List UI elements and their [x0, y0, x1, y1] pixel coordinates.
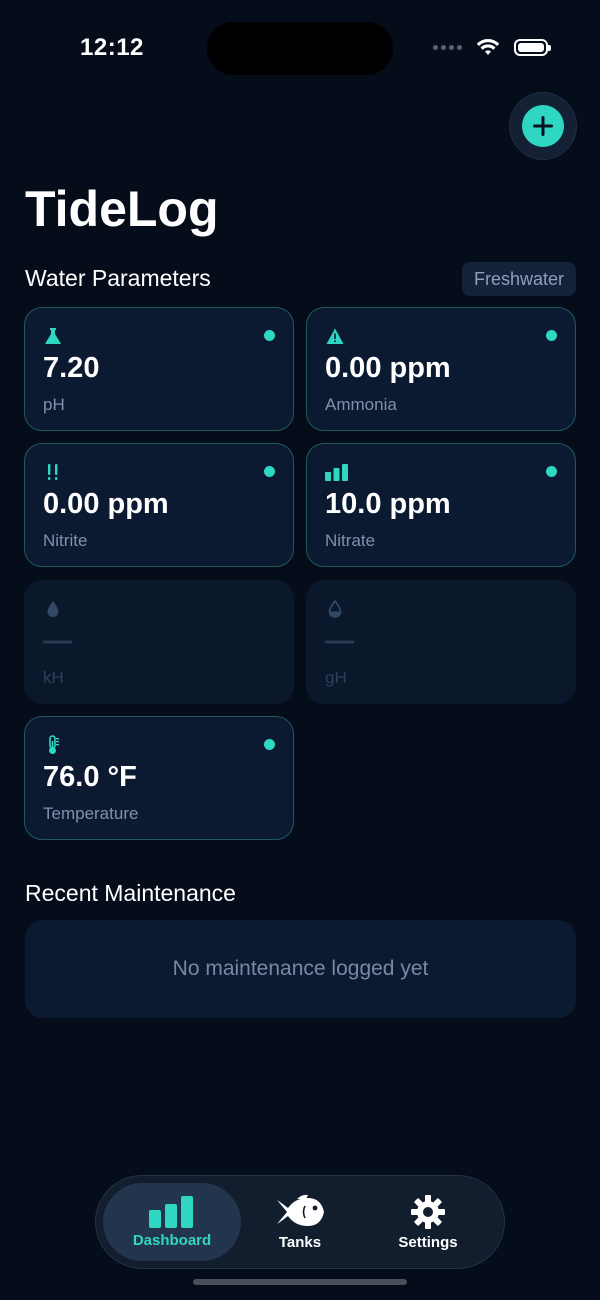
fish-icon	[277, 1194, 324, 1226]
param-value: —	[325, 625, 354, 657]
tab-bar: Dashboard Tanks Settings	[96, 1176, 504, 1268]
param-value: 0.00 ppm	[325, 352, 451, 384]
param-label: Nitrate	[325, 531, 376, 550]
param-value: 10.0 ppm	[325, 488, 451, 520]
status-dot	[546, 466, 557, 477]
param-label: Ammonia	[325, 395, 397, 414]
tab-label: Settings	[398, 1233, 458, 1251]
param-label: Temperature	[43, 804, 139, 823]
status-dot	[264, 330, 275, 341]
param-value: 0.00 ppm	[43, 488, 169, 520]
warning-icon	[325, 326, 345, 346]
flask-icon	[43, 326, 63, 346]
drop-icon	[43, 599, 63, 619]
param-label: kH	[43, 668, 64, 687]
param-value: —	[43, 625, 72, 657]
gear-icon	[411, 1194, 445, 1229]
dashboard-screen: 12:12 TideLog Water Parameters Freshwate…	[0, 0, 600, 1300]
param-label: pH	[43, 395, 65, 414]
param-card-nitrite[interactable]: 0.00 ppm Nitrite	[24, 443, 294, 567]
param-card-ammonia[interactable]: 0.00 ppm Ammonia	[306, 307, 576, 431]
water-parameters-title: Water Parameters	[25, 265, 211, 291]
water-type-badge[interactable]: Freshwater	[461, 262, 576, 296]
empty-state-text: No maintenance logged yet	[172, 957, 429, 980]
plus-icon	[533, 116, 553, 136]
param-label: Nitrite	[43, 531, 88, 550]
status-icons	[433, 38, 551, 56]
battery-icon	[514, 38, 551, 56]
tab-dashboard[interactable]: Dashboard	[103, 1183, 241, 1261]
status-dot	[264, 739, 275, 750]
param-card-nitrate[interactable]: 10.0 ppm Nitrate	[306, 443, 576, 567]
param-card-ph[interactable]: 7.20 pH	[24, 307, 294, 431]
exclamation-icon	[43, 462, 63, 482]
chart-icon	[149, 1195, 193, 1228]
drop-half-icon	[325, 599, 345, 619]
tab-label: Tanks	[278, 1233, 322, 1251]
param-value: 7.20	[43, 352, 100, 384]
status-time: 12:12	[80, 34, 144, 61]
dynamic-island	[207, 22, 393, 75]
wifi-icon	[476, 39, 500, 55]
param-card-kh[interactable]: — kH	[24, 580, 294, 704]
home-indicator[interactable]	[193, 1279, 407, 1285]
recent-maintenance-title: Recent Maintenance	[25, 880, 236, 906]
tab-label: Dashboard	[132, 1231, 212, 1249]
param-value: 76.0 °F	[43, 761, 137, 793]
param-card-gh[interactable]: — gH	[306, 580, 576, 704]
thermometer-icon	[43, 735, 63, 755]
status-dot	[264, 466, 275, 477]
app-title: TideLog	[25, 181, 219, 237]
maintenance-empty-state: No maintenance logged yet	[25, 920, 576, 1018]
bar-chart-icon	[325, 462, 349, 482]
status-dot	[546, 330, 557, 341]
param-card-temperature[interactable]: 76.0 °F Temperature	[24, 716, 294, 840]
add-button[interactable]	[510, 93, 576, 159]
signal-icon	[433, 44, 462, 50]
tab-settings[interactable]: Settings	[382, 1183, 474, 1261]
param-label: gH	[325, 668, 347, 687]
tab-tanks[interactable]: Tanks	[256, 1183, 344, 1261]
